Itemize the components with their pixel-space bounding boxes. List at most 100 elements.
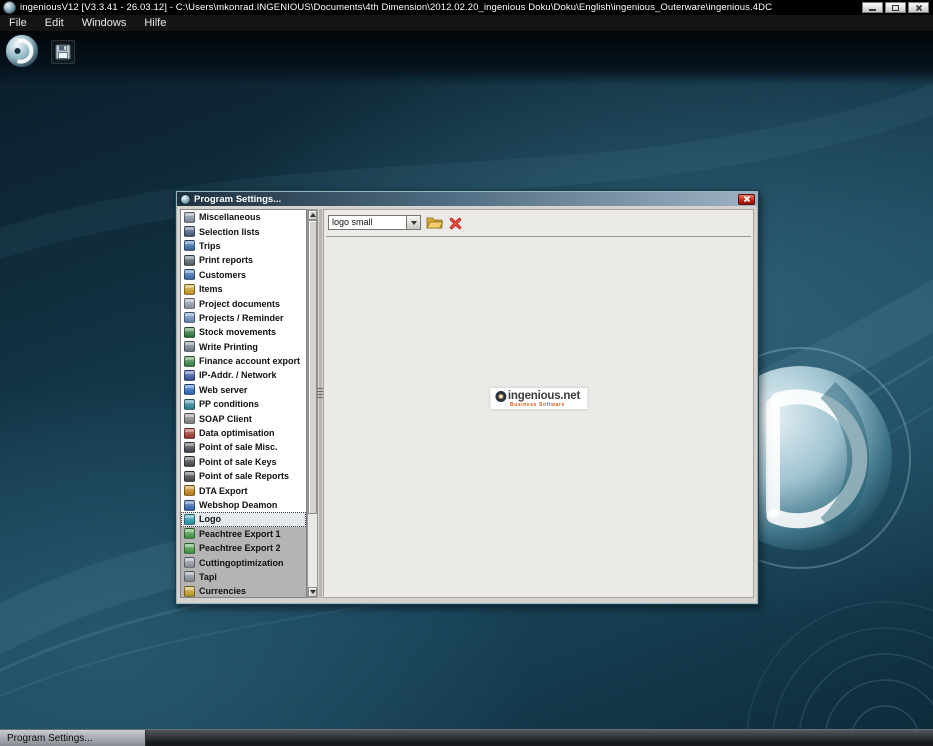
menu-item-edit[interactable]: Edit <box>36 15 73 31</box>
settings-list-item-label: Stock movements <box>199 327 277 338</box>
minimize-button[interactable] <box>862 2 883 13</box>
close-icon <box>743 195 750 203</box>
scroll-thumb[interactable] <box>308 220 317 515</box>
window-controls <box>862 2 929 13</box>
close-button[interactable] <box>908 2 929 13</box>
notes-icon <box>184 211 195 223</box>
pos-keys-icon <box>184 456 195 468</box>
settings-list-item-point-of-sale-reports[interactable]: Point of sale Reports <box>181 469 306 483</box>
settings-list-item-peachtree-export-1[interactable]: Peachtree Export 1 <box>181 526 306 541</box>
settings-list-item-label: Point of sale Keys <box>199 456 277 467</box>
coins-icon <box>184 585 195 597</box>
settings-list-item-ip-addr-network[interactable]: IP-Addr. / Network <box>181 368 306 382</box>
settings-list-item-label: Items <box>199 284 223 295</box>
delete-logo-button[interactable] <box>446 215 464 231</box>
settings-list-item-label: Project documents <box>199 298 281 309</box>
settings-list-item-label: Trips <box>199 240 221 251</box>
scroll-down-button[interactable] <box>308 587 317 597</box>
settings-list-item-label: SOAP Client <box>199 413 252 424</box>
settings-list-item-webshop-deamon[interactable]: Webshop Deamon <box>181 498 306 512</box>
window-titlebar[interactable]: ingeniousV12 [V3.3.41 - 26.03.12] - C:\U… <box>0 0 933 15</box>
dialog-title: Program Settings... <box>194 193 282 205</box>
save-button[interactable] <box>51 40 75 64</box>
peachtree-icon <box>184 542 195 554</box>
open-folder-button[interactable] <box>425 214 443 230</box>
settings-list-item-project-documents[interactable]: Project documents <box>181 296 306 310</box>
settings-list-item-label: Peachtree Export 1 <box>199 528 281 539</box>
trip-icon <box>184 240 195 252</box>
pos-icon <box>184 441 195 453</box>
settings-list-item-web-server[interactable]: Web server <box>181 383 306 397</box>
maximize-button[interactable] <box>885 2 906 13</box>
scroll-up-button[interactable] <box>308 210 317 220</box>
floppy-icon <box>55 44 71 60</box>
settings-list-item-selection-lists[interactable]: Selection lists <box>181 224 306 238</box>
settings-list-item-label: Projects / Reminder <box>199 312 284 323</box>
scissors-icon <box>184 557 195 569</box>
dialog-icon <box>180 193 191 205</box>
taskbar-button-program-settings[interactable]: Program Settings... <box>0 730 146 746</box>
window-title: ingeniousV12 [V3.3.41 - 26.03.12] - C:\U… <box>20 2 773 13</box>
settings-list-item-miscellaneous[interactable]: Miscellaneous <box>181 210 306 224</box>
settings-list-item-label: Miscellaneous <box>199 212 261 223</box>
optimisation-icon <box>184 427 195 439</box>
settings-list-item-label: Selection lists <box>199 226 260 237</box>
settings-list-item-soap-client[interactable]: SOAP Client <box>181 411 306 425</box>
settings-list-item-label: Logo <box>199 514 221 525</box>
settings-list-item-items[interactable]: Items <box>181 282 306 296</box>
image-icon <box>184 513 195 525</box>
write-print-icon <box>184 341 195 353</box>
dialog-titlebar[interactable]: Program Settings... <box>177 192 757 206</box>
settings-list-item-cuttingoptimization[interactable]: Cuttingoptimization <box>181 555 306 570</box>
settings-list-item-point-of-sale-keys[interactable]: Point of sale Keys <box>181 455 306 469</box>
logo-size-dropdown[interactable]: logo small <box>328 215 421 230</box>
chevron-down-icon <box>410 220 417 225</box>
selection-list-icon <box>184 226 195 238</box>
dropdown-value: logo small <box>332 217 373 227</box>
panel-splitter[interactable] <box>317 209 324 598</box>
settings-list-item-label: Point of sale Misc. <box>199 442 278 453</box>
settings-list-item-currencies[interactable]: Currencies <box>181 584 306 597</box>
settings-list-item-write-printing[interactable]: Write Printing <box>181 340 306 354</box>
menu-item-windows[interactable]: Windows <box>73 15 136 31</box>
list-scrollbar[interactable] <box>307 209 318 598</box>
settings-list-item-label: Cuttingoptimization <box>199 557 284 568</box>
settings-list-item-print-reports[interactable]: Print reports <box>181 253 306 267</box>
settings-list-item-trips[interactable]: Trips <box>181 239 306 253</box>
soap-icon <box>184 413 195 425</box>
item-box-icon <box>184 283 195 295</box>
settings-list-item-label: Point of sale Reports <box>199 471 290 482</box>
settings-list-item-label: Finance account export <box>199 356 301 367</box>
settings-list-item-customers[interactable]: Customers <box>181 268 306 282</box>
settings-list-item-peachtree-export-2[interactable]: Peachtree Export 2 <box>181 540 306 556</box>
settings-list-item-finance-account-export[interactable]: Finance account export <box>181 354 306 368</box>
settings-list-item-label: Peachtree Export 2 <box>199 543 281 554</box>
settings-list-item-dta-export[interactable]: DTA Export <box>181 483 306 497</box>
settings-list-item-label: Print reports <box>199 255 254 266</box>
settings-list-item-stock-movements[interactable]: Stock movements <box>181 325 306 339</box>
settings-list-item-label: Web server <box>199 384 248 395</box>
ingenious-logo-icon <box>494 390 506 402</box>
settings-list-item-logo[interactable]: Logo <box>181 512 306 527</box>
dta-export-icon <box>184 485 195 497</box>
logo-tagline: Business Software <box>510 402 565 408</box>
settings-list-item-point-of-sale-misc[interactable]: Point of sale Misc. <box>181 440 306 454</box>
app-icon <box>3 1 16 14</box>
pos-reports-icon <box>184 470 195 482</box>
settings-list-item-label: Tapi <box>199 571 217 582</box>
menu-item-file[interactable]: File <box>0 15 36 31</box>
menu-item-hilfe[interactable]: Hilfe <box>135 15 175 31</box>
settings-list-item-data-optimisation[interactable]: Data optimisation <box>181 426 306 440</box>
taskbar: Program Settings... <box>0 729 933 746</box>
customers-icon <box>184 269 195 281</box>
dropdown-arrow-button[interactable] <box>406 216 420 229</box>
content-panel: logo small ingenious.net Business Softwa… <box>323 209 754 598</box>
dialog-close-button[interactable] <box>738 193 755 205</box>
content-separator <box>326 236 751 237</box>
settings-list-item-tapi[interactable]: Tapi <box>181 569 306 585</box>
settings-list-item-pp-conditions[interactable]: PP conditions <box>181 397 306 411</box>
settings-list-item-label: Data optimisation <box>199 428 275 439</box>
finance-export-icon <box>184 355 195 367</box>
stock-box-icon <box>184 326 195 338</box>
settings-list-item-projects-reminder[interactable]: Projects / Reminder <box>181 311 306 325</box>
